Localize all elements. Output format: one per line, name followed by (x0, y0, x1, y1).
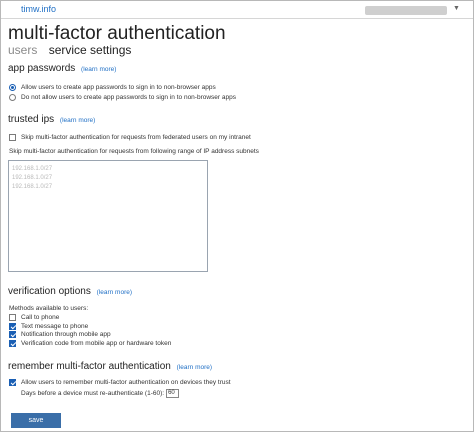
tab-service-settings[interactable]: service settings (49, 43, 132, 57)
app-passwords-heading: app passwords (learn more) (8, 63, 116, 74)
page-tabs: users service settings (8, 43, 131, 57)
app-passwords-deny-option[interactable]: Do not allow users to create app passwor… (9, 94, 236, 101)
learn-more-link[interactable]: (learn more) (60, 117, 95, 124)
option-label: Skip multi-factor authentication for req… (21, 134, 251, 141)
option-label: Notification through mobile app (21, 331, 111, 338)
verification-heading: verification options (learn more) (8, 286, 132, 297)
subnet-line: 192.168.1.0/27 (12, 184, 53, 190)
radio-allow-app-passwords[interactable] (9, 84, 16, 91)
tab-users[interactable]: users (8, 43, 37, 57)
days-label: Days before a device must re-authenticat… (21, 390, 165, 397)
redacted-user-account[interactable] (365, 6, 447, 15)
top-bar: timw.info ▼ (1, 1, 473, 19)
radio-deny-app-passwords[interactable] (9, 94, 16, 101)
option-label: Call to phone (21, 314, 60, 321)
method-verification-code[interactable]: Verification code from mobile app or har… (9, 340, 171, 347)
save-button[interactable]: save (11, 413, 61, 428)
section-title: trusted ips (8, 114, 55, 125)
app-passwords-allow-option[interactable]: Allow users to create app passwords to s… (9, 84, 216, 91)
brand-link[interactable]: timw.info (21, 4, 56, 14)
methods-label: Methods available to users: (9, 305, 89, 312)
checkbox-call-to-phone[interactable] (9, 314, 16, 321)
checkbox-remember-devices[interactable] (9, 379, 16, 386)
section-title: remember multi-factor authentication (8, 361, 171, 372)
remember-days-row: Days before a device must re-authenticat… (21, 389, 180, 398)
page-title: multi-factor authentication (8, 23, 226, 44)
learn-more-link[interactable]: (learn more) (97, 289, 132, 296)
method-mobile-notification[interactable]: Notification through mobile app (9, 331, 111, 338)
remember-allow-option[interactable]: Allow users to remember multi-factor aut… (9, 379, 231, 386)
section-title: verification options (8, 286, 91, 297)
option-label: Text message to phone (21, 323, 89, 330)
skip-federated-option[interactable]: Skip multi-factor authentication for req… (9, 134, 251, 141)
trusted-ips-heading: trusted ips (learn more) (8, 114, 95, 125)
option-label: Allow users to create app passwords to s… (21, 84, 216, 91)
app-window: timw.info ▼ multi-factor authentication … (0, 0, 474, 432)
checkbox-verification-code[interactable] (9, 340, 16, 347)
learn-more-link[interactable]: (learn more) (177, 364, 212, 371)
checkbox-text-message[interactable] (9, 323, 16, 330)
method-text-message[interactable]: Text message to phone (9, 323, 88, 330)
option-label: Allow users to remember multi-factor aut… (21, 379, 231, 386)
ip-range-label: Skip multi-factor authentication for req… (9, 148, 259, 155)
remember-mfa-heading: remember multi-factor authentication (le… (8, 361, 212, 372)
subnet-line: 192.168.1.0/27 (12, 166, 53, 172)
chevron-down-icon[interactable]: ▼ (453, 5, 460, 12)
section-title: app passwords (8, 63, 76, 74)
checkbox-skip-federated[interactable] (9, 134, 16, 141)
subnet-line: 192.168.1.0/27 (12, 175, 53, 181)
method-call-to-phone[interactable]: Call to phone (9, 314, 59, 321)
learn-more-link[interactable]: (learn more) (81, 66, 116, 73)
days-input[interactable]: 60 (166, 389, 180, 398)
ip-subnets-textarea[interactable]: 192.168.1.0/27 192.168.1.0/27 192.168.1.… (8, 160, 208, 272)
option-label: Verification code from mobile app or har… (21, 340, 172, 347)
checkbox-mobile-notification[interactable] (9, 331, 16, 338)
option-label: Do not allow users to create app passwor… (21, 94, 236, 101)
